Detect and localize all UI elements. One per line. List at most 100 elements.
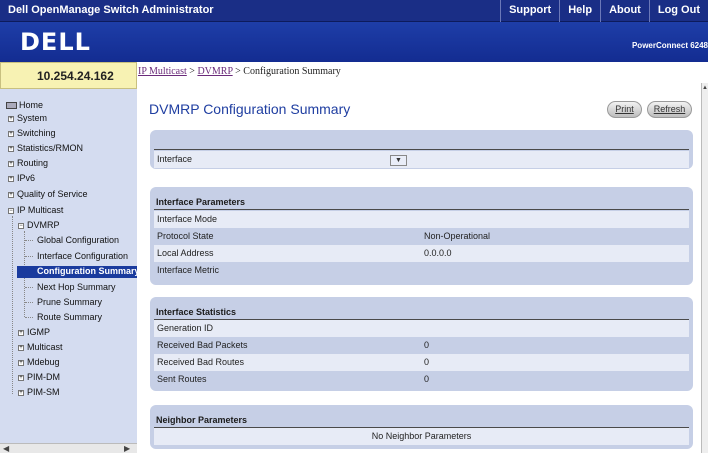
row-label: Generation ID [157,323,214,333]
tree-item-routing[interactable]: + Routing [8,158,48,168]
tree-item-label: Configuration Summary [37,266,137,276]
tree-item-ipv6[interactable]: + IPv6 [8,173,35,183]
tree-item-label: Multicast [27,342,63,352]
table-row: Sent Routes 0 [154,371,689,388]
row-label: Interface Metric [157,265,220,275]
row-label: Protocol State [157,231,214,241]
tree-item-pim-sm[interactable]: + PIM-SM [18,387,60,397]
refresh-button[interactable]: Refresh [647,101,692,118]
expand-icon[interactable]: + [8,115,14,122]
top-nav: Support Help About Log Out [500,0,708,22]
sidebar-tree: Home + System + Switching + Statistics/RMON… [0,89,137,453]
row-value: 0 [424,340,430,350]
tree-item-route-summary[interactable]: Route Summary [37,312,102,322]
tree-item-mdebug[interactable]: + Mdebug [18,357,60,367]
about-link[interactable]: About [600,0,649,22]
content-vertical-scrollbar[interactable]: ▲ [701,83,708,453]
row-label: Sent Routes [157,374,207,384]
expand-icon[interactable]: + [8,175,14,182]
tree-item-multicast[interactable]: + Multicast [18,342,63,352]
tree-connector [25,256,33,257]
main-content: DVMRP Configuration Summary Print Refres… [137,83,701,453]
tree-item-home[interactable]: Home [6,100,43,110]
page-title: DVMRP Configuration Summary [149,101,351,117]
expand-icon[interactable]: + [8,191,14,198]
expand-icon[interactable]: + [18,374,24,381]
table-row: Received Bad Packets 0 [154,337,689,354]
interface-dropdown[interactable]: ▼ [390,155,407,166]
tree-item-label: Switching [17,128,56,138]
scroll-right-icon[interactable]: ▶ [124,444,130,453]
tree-connector [25,302,33,303]
table-row: Protocol State Non-Operational [154,228,689,245]
print-button[interactable]: Print [607,101,642,118]
tree-item-interface-configuration[interactable]: Interface Configuration [37,251,128,261]
tree-item-prune-summary[interactable]: Prune Summary [37,297,102,307]
help-link[interactable]: Help [559,0,600,22]
table-row: Local Address 0.0.0.0 [154,245,689,262]
collapse-icon[interactable]: − [18,222,24,229]
tree-item-igmp[interactable]: + IGMP [18,327,50,337]
tree-item-dvmrp[interactable]: − DVMRP [18,220,60,230]
scroll-left-icon[interactable]: ◀ [3,444,9,453]
tree-item-label: IGMP [27,327,51,337]
tree-item-global-configuration[interactable]: Global Configuration [37,235,119,245]
collapse-icon[interactable]: − [8,207,14,214]
scroll-up-icon[interactable]: ▲ [702,85,708,91]
expand-icon[interactable]: + [18,359,24,366]
tree-item-statistics-rmon[interactable]: + Statistics/RMON [8,143,83,153]
home-icon [6,102,17,110]
breadcrumb-separator: > [186,66,198,77]
expand-icon[interactable]: + [18,389,24,396]
tree-item-ip-multicast[interactable]: − IP Multicast [8,205,63,215]
expand-icon[interactable]: + [8,145,14,152]
sidebar-horizontal-scrollbar[interactable]: ◀ ▶ [0,443,137,453]
tree-item-label: IP Multicast [17,205,64,215]
table-row: Interface Mode [154,211,689,228]
ip-address-box: 10.254.24.162 [0,62,137,89]
tree-item-label: Routing [17,158,49,168]
breadcrumb-current: Configuration Summary [243,66,341,77]
title-bar: Dell OpenManage Switch Administrator Sup… [0,0,708,22]
tree-item-label: Interface Configuration [37,251,129,261]
row-value: 0 [424,357,430,367]
breadcrumb-dvmrp[interactable]: DVMRP [197,66,232,77]
tree-item-configuration-summary[interactable]: Configuration Summary [17,266,137,278]
interface-parameters-heading: Interface Parameters [156,197,246,207]
tree-connector [12,216,13,394]
breadcrumb: IP Multicast > DVMRP > Configuration Sum… [137,62,708,83]
expand-icon[interactable]: + [8,160,14,167]
expand-icon[interactable]: + [8,130,14,137]
interface-statistics-panel: Interface Statistics Generation ID Recei… [150,297,693,391]
neighbor-parameters-heading: Neighbor Parameters [156,415,248,425]
tree-item-label: Next Hop Summary [37,282,116,292]
tree-item-label: System [17,113,48,123]
breadcrumb-ip-multicast[interactable]: IP Multicast [138,66,187,77]
support-link[interactable]: Support [500,0,559,22]
expand-icon[interactable]: + [18,329,24,336]
tree-item-next-hop-summary[interactable]: Next Hop Summary [37,282,116,292]
logout-link[interactable]: Log Out [648,0,708,22]
table-row: Received Bad Routes 0 [154,354,689,371]
tree-item-system[interactable]: + System [8,113,47,123]
tree-item-label: PIM-SM [27,387,60,397]
tree-item-label: DVMRP [27,220,60,230]
interface-statistics-heading: Interface Statistics [156,307,237,317]
tree-connector [25,240,33,241]
tree-item-qos[interactable]: + Quality of Service [8,189,88,199]
row-label: Interface Mode [157,214,218,224]
row-label: Received Bad Routes [157,357,245,367]
divider [154,209,689,210]
dell-logo: DELL [20,28,91,56]
interface-label: Interface [157,154,193,164]
expand-icon[interactable]: + [18,344,24,351]
tree-connector [25,317,33,318]
row-value: Non-Operational [424,231,491,241]
table-row: Generation ID [154,320,689,337]
tree-item-switching[interactable]: + Switching [8,128,56,138]
tree-item-pim-dm[interactable]: + PIM-DM [18,372,60,382]
row-value: 0.0.0.0 [424,248,452,258]
tree-item-label: Prune Summary [37,297,103,307]
row-label: Received Bad Packets [157,340,248,350]
divider [154,149,689,150]
